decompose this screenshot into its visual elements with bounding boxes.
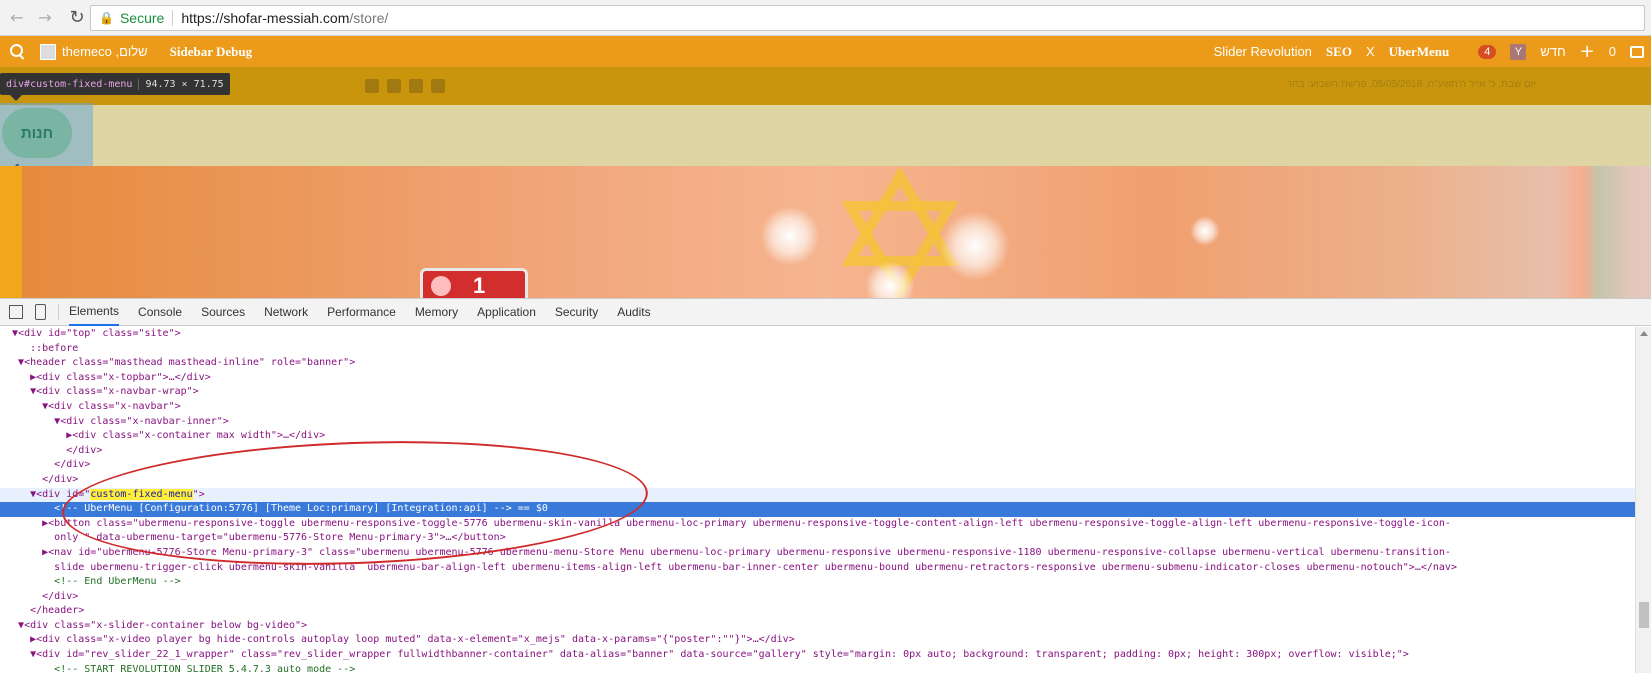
tab-audits[interactable]: Audits [617, 299, 650, 325]
hero-edge [0, 166, 22, 298]
comments-count[interactable]: 0 [1609, 44, 1616, 59]
dom-node-line[interactable]: ▶<div class="x-container max width">…</d… [0, 429, 1635, 444]
hero-slider: 1 [0, 166, 1651, 298]
facebook-icon[interactable] [431, 79, 445, 93]
dom-node-line[interactable]: ▼<div class="x-navbar-inner"> [0, 415, 1635, 430]
comment-text: <!-- End UberMenu --> [0, 576, 181, 588]
address-divider [172, 10, 174, 26]
avatar[interactable] [40, 43, 56, 60]
scroll-up-arrow-icon[interactable] [1640, 331, 1648, 336]
browser-toolbar: ← → ↻ 🔒 Secure https://shofar-messiah.co… [0, 0, 1651, 36]
tab-memory[interactable]: Memory [415, 299, 458, 325]
dom-node-line[interactable]: </header> [0, 604, 1635, 619]
inspect-tooltip: div#custom-fixed-menu 94.73 × 71.75 [0, 73, 230, 95]
tab-elements[interactable]: Elements [69, 298, 120, 326]
inspect-tag: div#custom-fixed-menu [6, 78, 133, 90]
tab-sources[interactable]: Sources [201, 299, 245, 325]
dom-node-line[interactable]: only " data-ubermenu-target="ubermenu-57… [0, 531, 1635, 546]
slide-1-button[interactable]: 1 [420, 268, 528, 298]
site-topbar: div#custom-fixed-menu 94.73 × 71.75 יום … [0, 67, 1651, 105]
sparkle [1190, 216, 1220, 246]
dom-tree[interactable]: ▼<div id="top" class="site"> ::before ▼<… [0, 327, 1635, 673]
back-arrow-icon[interactable]: ← [6, 7, 28, 29]
dom-node-line[interactable]: </div> [0, 444, 1635, 459]
user-greeting[interactable]: themeco ,שלום [62, 44, 148, 59]
inspect-element-icon[interactable] [9, 305, 23, 319]
dom-node-line[interactable]: ▼<div class="x-navbar-wrap"> [0, 385, 1635, 400]
lock-icon: 🔒 [99, 11, 114, 25]
comment-text: <!-- START REVOLUTION SLIDER 5.4.7.3 aut… [0, 663, 356, 673]
yoast-icon[interactable]: Y [1510, 43, 1527, 60]
devtools-scrollbar[interactable] [1635, 327, 1651, 673]
dom-node-line[interactable]: </div> [0, 590, 1635, 605]
tab-divider [58, 304, 59, 320]
dom-node-line[interactable]: <!-- End UberMenu --> [0, 575, 1635, 590]
google-plus-icon[interactable] [387, 79, 401, 93]
sparkle [940, 211, 1010, 281]
dom-node-line[interactable]: ▼<div class="x-slider-container below bg… [0, 619, 1635, 634]
dom-node-line[interactable]: </div> [0, 458, 1635, 473]
sparkle [760, 206, 820, 266]
dom-node-line[interactable]: <!-- START REVOLUTION SLIDER 5.4.7.3 aut… [0, 663, 1635, 673]
plus-icon[interactable]: + [1580, 41, 1595, 62]
scroll-thumb[interactable] [1639, 602, 1649, 628]
dom-node-line[interactable]: ▶<button class="ubermenu-responsive-togg… [0, 517, 1635, 532]
tab-network[interactable]: Network [264, 299, 308, 325]
url-host: https://shofar-messiah.com [181, 10, 350, 26]
site-header [0, 105, 1651, 166]
tab-performance[interactable]: Performance [327, 299, 396, 325]
ubermenu-link[interactable]: UberMenu [1389, 44, 1450, 60]
dom-node-line[interactable]: ▶<nav id="ubermenu-5776-Store Menu-prima… [0, 546, 1635, 561]
dom-node-line[interactable]: ▼<div class="x-navbar"> [0, 400, 1635, 415]
comment-icon[interactable] [1630, 45, 1644, 58]
tab-security[interactable]: Security [555, 299, 598, 325]
store-menu-button[interactable]: חנות [2, 108, 72, 158]
dom-node-line[interactable]: slide ubermenu-trigger-click ubermenu-sk… [0, 561, 1635, 576]
tab-console[interactable]: Console [138, 299, 182, 325]
dom-node-line[interactable]: ▼<div id="rev_slider_22_1_wrapper" class… [0, 648, 1635, 663]
updates-badge[interactable]: 4 [1478, 44, 1497, 59]
address-bar[interactable]: 🔒 Secure https://shofar-messiah.com/stor… [90, 5, 1645, 31]
forward-arrow-icon[interactable]: → [34, 7, 56, 29]
highlight-match: custom-fixed-menu [90, 488, 193, 500]
url-path: /store/ [349, 10, 389, 26]
wp-admin-bar: themeco ,שלום Sidebar Debug Slider Revol… [0, 36, 1651, 67]
dom-node-line[interactable]: ▶<div class="x-topbar">…</div> [0, 371, 1635, 386]
dom-node-line[interactable]: ▼<div id="custom-fixed-menu"> [0, 487, 1635, 503]
tab-application[interactable]: Application [477, 299, 536, 325]
slider-revolution-link[interactable]: Slider Revolution [1214, 44, 1312, 59]
secure-label: Secure [119, 10, 165, 26]
search-icon[interactable] [10, 43, 26, 60]
comment-text: <!-- UberMenu [Configuration:5776] [Them… [0, 503, 548, 515]
reload-icon[interactable]: ↻ [66, 7, 88, 29]
sidebar-debug-link[interactable]: Sidebar Debug [170, 44, 252, 60]
dom-node-line[interactable]: <!-- UberMenu [Configuration:5776] [Them… [0, 502, 1635, 517]
twitter-icon[interactable] [409, 79, 423, 93]
devtools-panel: Elements Console Sources Network Perform… [0, 298, 1651, 673]
dom-node-line[interactable]: ▼<header class="masthead masthead-inline… [0, 356, 1635, 371]
dom-node-line[interactable]: ▶<div class="x-video player bg hide-cont… [0, 633, 1635, 648]
tooltip-arrow [10, 95, 22, 101]
dom-node-line[interactable]: ▼<div id="top" class="site"> [0, 327, 1635, 342]
hebrew-date: יום שבת, כ' אייר ה'תשע"ח, 05/05/2018, פר… [1286, 79, 1536, 90]
devtools-tabs: Elements Console Sources Network Perform… [0, 299, 1651, 326]
slide-number: 1 [473, 272, 486, 298]
x-link[interactable]: X [1366, 44, 1375, 59]
rainbow [1551, 166, 1631, 298]
inspect-dimensions: 94.73 × 71.75 [138, 78, 224, 90]
new-content-link[interactable]: חדש [1540, 44, 1565, 59]
youtube-icon[interactable] [365, 79, 379, 93]
device-toolbar-icon[interactable] [35, 304, 46, 320]
dom-node-line[interactable]: ::before [0, 342, 1635, 357]
dom-node-line[interactable]: </div> [0, 473, 1635, 488]
social-icons [365, 79, 453, 93]
seo-link[interactable]: SEO [1326, 44, 1352, 60]
slide-icon [431, 275, 451, 296]
